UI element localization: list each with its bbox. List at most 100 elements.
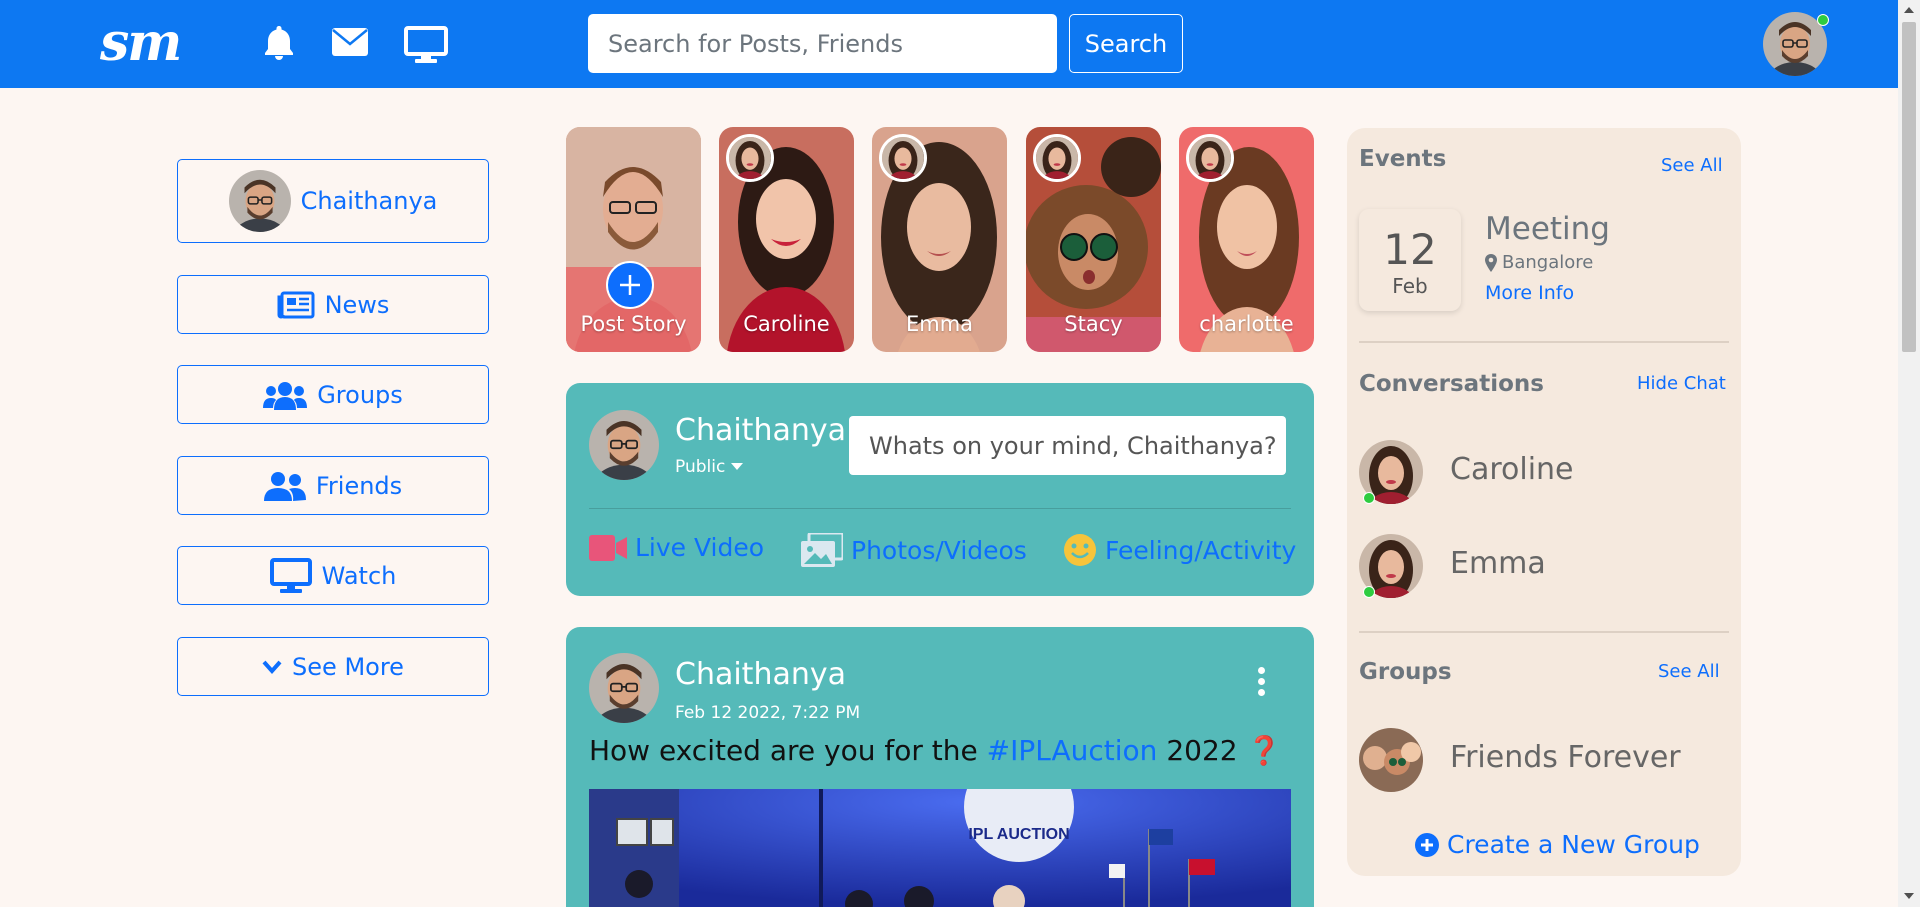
event-title: Meeting: [1485, 211, 1610, 247]
event-month: Feb: [1392, 274, 1428, 298]
group-name: Friends Forever: [1450, 740, 1681, 775]
scroll-up-arrow[interactable]: [1904, 7, 1914, 13]
post-text-start: How excited are you for the: [589, 734, 987, 767]
story-avatar: [1033, 134, 1081, 182]
plus-circle-icon: [1415, 832, 1439, 857]
event-more-info-link[interactable]: More Info: [1485, 282, 1574, 304]
envelope-icon[interactable]: [332, 28, 368, 60]
user-friends-icon: [263, 471, 306, 501]
right-sidebar-panel: Events See All 12 Feb Meeting Bangalore …: [1347, 128, 1741, 876]
avatar[interactable]: [589, 410, 659, 480]
group-item-friends-forever[interactable]: Friends Forever: [1359, 728, 1729, 794]
events-title: Events: [1359, 146, 1447, 172]
events-see-all-link[interactable]: See All: [1661, 155, 1723, 176]
sidebar-item-label: Groups: [317, 380, 403, 409]
story-label: Stacy: [1064, 312, 1123, 336]
map-marker-icon: [1485, 253, 1497, 272]
chevron-down-icon: [262, 659, 282, 675]
post-hashtag[interactable]: #IPLAuction: [987, 734, 1158, 767]
sidebar-item-groups[interactable]: Groups: [177, 365, 489, 424]
desktop-icon[interactable]: [404, 26, 448, 68]
event-date-box: 12 Feb: [1359, 209, 1461, 311]
post-timestamp: Feb 12 2022, 7:22 PM: [675, 703, 861, 723]
caret-down-icon: [731, 463, 744, 470]
story-avatar: [879, 134, 927, 182]
group-avatar: [1359, 728, 1423, 792]
feeling-activity-button[interactable]: Feeling/Activity: [1063, 533, 1296, 567]
groups-see-all-link[interactable]: See All: [1658, 661, 1720, 682]
post-author[interactable]: Chaithanya: [675, 657, 846, 692]
panel-divider: [1359, 631, 1729, 633]
card-divider: [589, 508, 1291, 509]
page-scrollbar[interactable]: [1898, 0, 1920, 907]
story-label: Caroline: [743, 312, 830, 336]
conversation-item-emma[interactable]: Emma: [1359, 534, 1729, 600]
video-icon: [589, 534, 627, 561]
groups-title: Groups: [1359, 659, 1452, 685]
post-text-end: 2022: [1157, 734, 1238, 767]
event-day: 12: [1383, 225, 1437, 274]
sidebar-item-see-more[interactable]: See More: [177, 637, 489, 696]
scroll-thumb[interactable]: [1902, 22, 1916, 352]
app-logo[interactable]: sm: [100, 12, 182, 73]
bell-icon[interactable]: [262, 24, 296, 64]
scroll-down-arrow[interactable]: [1904, 893, 1914, 899]
story-avatar: [1186, 134, 1234, 182]
story-card-emma[interactable]: Emma: [872, 127, 1007, 352]
users-icon: [263, 380, 308, 410]
create-post-author: Chaithanya: [675, 413, 846, 448]
whats-on-your-mind-input[interactable]: [849, 416, 1286, 475]
create-post-card: Chaithanya Public Live Video Photos/Vide…: [566, 383, 1314, 596]
profile-avatar[interactable]: [1763, 12, 1829, 76]
online-indicator: [1363, 586, 1375, 598]
hide-chat-link[interactable]: Hide Chat: [1637, 373, 1726, 394]
panel-divider: [1359, 341, 1729, 343]
create-new-group-label: Create a New Group: [1447, 830, 1700, 859]
tv-icon: [269, 557, 312, 594]
sidebar-item-label: Watch: [321, 561, 397, 590]
question-emoji: ❓: [1246, 734, 1282, 767]
visibility-dropdown[interactable]: Public: [675, 457, 744, 477]
visibility-label: Public: [675, 457, 726, 477]
story-label: Emma: [905, 312, 974, 336]
create-new-group-button[interactable]: Create a New Group: [1415, 830, 1700, 859]
story-card-caroline[interactable]: Caroline: [719, 127, 854, 352]
story-card-stacy[interactable]: Stacy: [1026, 127, 1161, 352]
post-options-icon[interactable]: [1258, 667, 1266, 700]
online-indicator: [1363, 492, 1375, 504]
sidebar-item-friends[interactable]: Friends: [177, 456, 489, 515]
search-input[interactable]: [588, 14, 1057, 73]
avatar[interactable]: [589, 653, 659, 723]
story-label: Post Story: [580, 312, 687, 336]
plus-icon: [620, 275, 640, 295]
post-image-banner: IPL AUCTION: [968, 826, 1069, 843]
conversation-name: Caroline: [1450, 452, 1574, 487]
post-image[interactable]: IPL AUCTION: [589, 789, 1291, 907]
conversations-title: Conversations: [1359, 371, 1544, 397]
sidebar-item-news[interactable]: News: [177, 275, 489, 334]
post-body: How excited are you for the #IPLAuction …: [589, 734, 1281, 767]
conversation-name: Emma: [1450, 546, 1546, 581]
sidebar-item-label: Friends: [315, 471, 403, 500]
sidebar-item-watch[interactable]: Watch: [177, 546, 489, 605]
feeling-activity-label: Feeling/Activity: [1105, 535, 1297, 565]
sidebar-profile-name: Chaithanya: [300, 187, 438, 215]
sidebar-item-label: News: [324, 290, 390, 319]
smile-icon: [1064, 534, 1096, 566]
event-location: Bangalore: [1485, 252, 1593, 273]
photos-videos-label: Photos/Videos: [851, 535, 1027, 565]
search-button[interactable]: Search: [1069, 14, 1183, 73]
newspaper-icon: [277, 291, 315, 319]
avatar: [229, 170, 291, 232]
top-navbar: sm Search: [0, 0, 1898, 88]
event-location-text: Bangalore: [1502, 252, 1594, 273]
add-story-button[interactable]: [606, 261, 654, 309]
live-video-button[interactable]: Live Video: [589, 533, 764, 562]
images-icon: [801, 533, 843, 567]
story-card-charlotte[interactable]: charlotte: [1179, 127, 1314, 352]
story-avatar: [726, 134, 774, 182]
photos-videos-button[interactable]: Photos/Videos: [801, 533, 1027, 567]
conversation-item-caroline[interactable]: Caroline: [1359, 440, 1729, 506]
sidebar-profile-button[interactable]: Chaithanya: [177, 159, 489, 243]
story-card-post[interactable]: Post Story: [566, 127, 701, 352]
